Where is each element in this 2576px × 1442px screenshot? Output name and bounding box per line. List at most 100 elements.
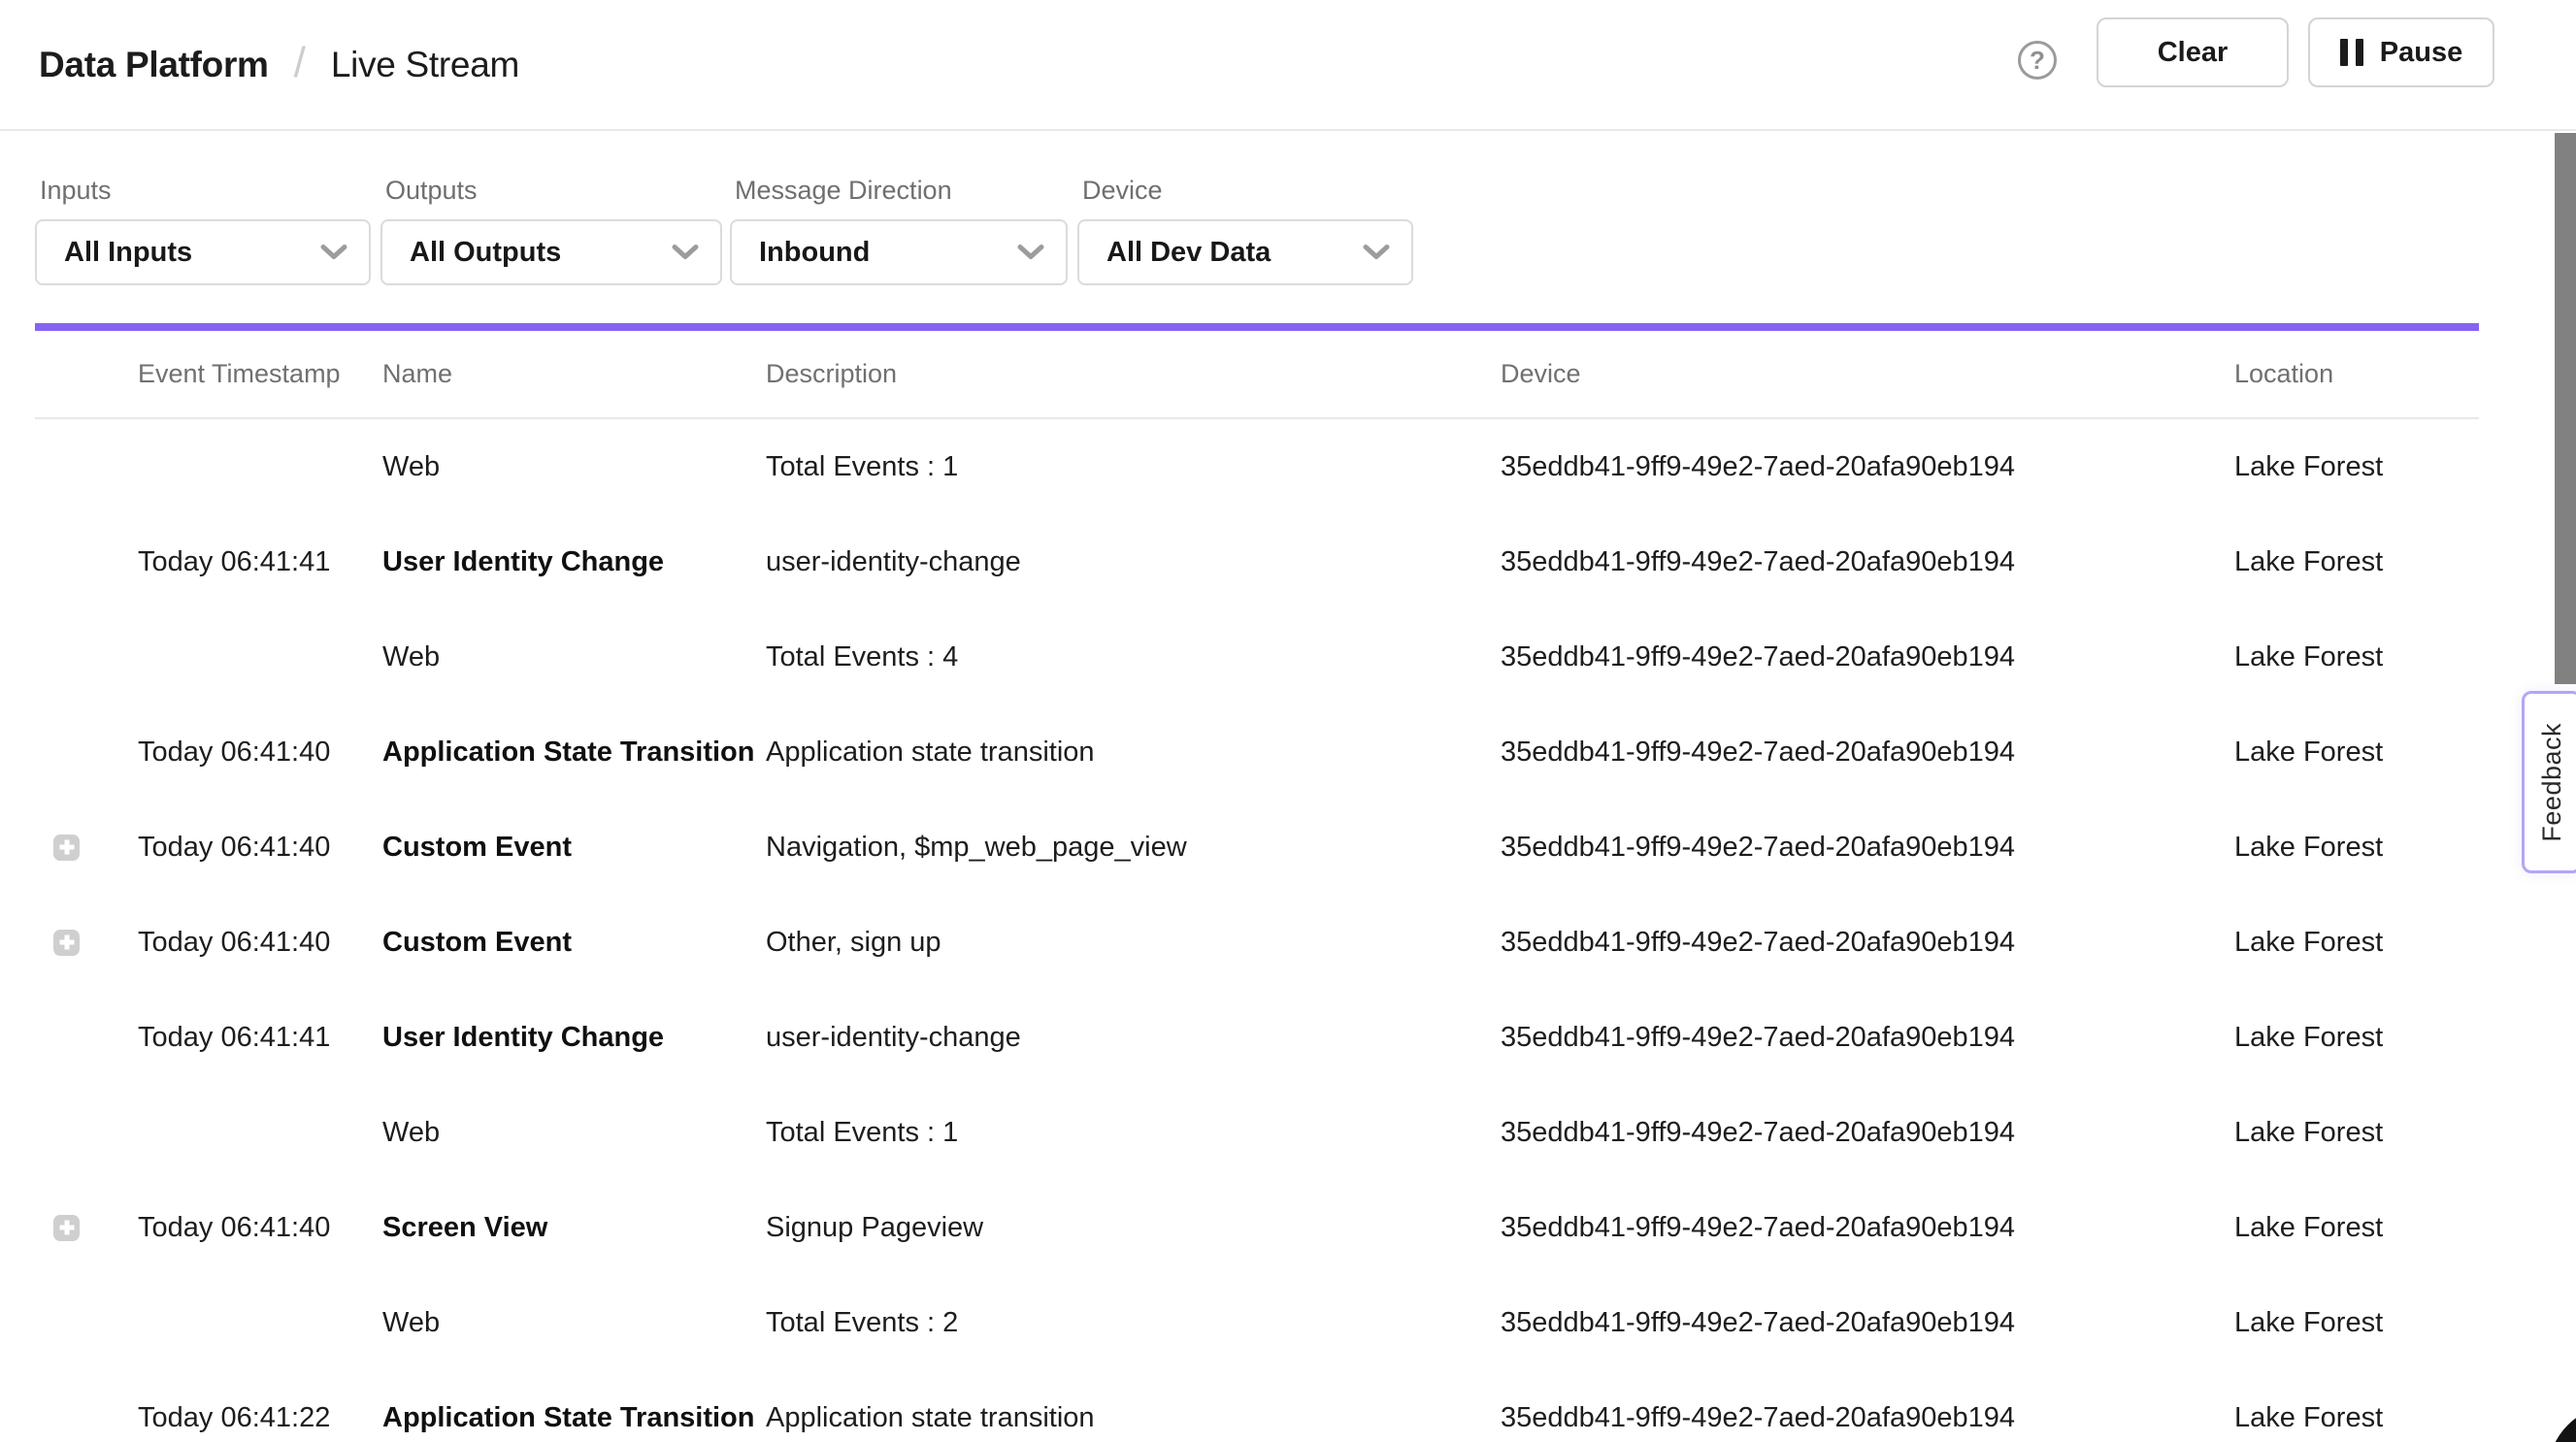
page-title: Live Stream (331, 45, 519, 85)
cell-device: 35eddb41-9ff9-49e2-7aed-20afa90eb194 (1501, 927, 2234, 959)
table-row[interactable]: Today 06:41:40 Application State Transit… (35, 705, 2479, 800)
cell-description: Total Events : 2 (766, 1307, 1501, 1339)
cell-description: user-identity-change (766, 546, 1501, 578)
pause-button-label: Pause (2380, 37, 2462, 69)
cell-location: Lake Forest (2234, 1117, 2479, 1149)
breadcrumb: Data Platform / Live Stream (39, 0, 519, 129)
table-row[interactable]: Today 06:41:22 Application State Transit… (35, 1370, 2479, 1442)
cell-event-timestamp: Today 06:41:40 (138, 737, 382, 769)
table-header-row: Event Timestamp Name Description Device … (35, 331, 2479, 419)
cell-location: Lake Forest (2234, 1307, 2479, 1339)
cell-name: Web (382, 1307, 766, 1339)
cell-description: Total Events : 1 (766, 1117, 1501, 1149)
cell-location: Lake Forest (2234, 737, 2479, 769)
filter-label-device: Device (1082, 176, 1163, 206)
cell-description: Navigation, $mp_web_page_view (766, 832, 1501, 864)
table-row[interactable]: Web Total Events : 1 35eddb41-9ff9-49e2-… (35, 1085, 2479, 1180)
cell-description: Signup Pageview (766, 1212, 1501, 1244)
expand-cell (35, 1215, 138, 1241)
table-row[interactable]: Web Total Events : 2 35eddb41-9ff9-49e2-… (35, 1275, 2479, 1370)
message-direction-dropdown[interactable]: Inbound (730, 219, 1068, 285)
expand-row-button[interactable] (53, 1215, 80, 1241)
chevron-down-icon (1363, 245, 1390, 261)
cell-device: 35eddb41-9ff9-49e2-7aed-20afa90eb194 (1501, 1307, 2234, 1339)
cell-device: 35eddb41-9ff9-49e2-7aed-20afa90eb194 (1501, 546, 2234, 578)
cell-description: user-identity-change (766, 1022, 1501, 1054)
cell-name: Web (382, 451, 766, 483)
pause-button[interactable]: Pause (2308, 17, 2494, 87)
cell-name: Web (382, 1117, 766, 1149)
feedback-tab-label: Feedback (2537, 723, 2567, 842)
expand-row-button[interactable] (53, 835, 80, 861)
help-icon[interactable]: ? (2018, 41, 2057, 80)
breadcrumb-section[interactable]: Data Platform (39, 45, 269, 85)
cell-event-timestamp: Today 06:41:22 (138, 1402, 382, 1434)
cell-name: User Identity Change (382, 1022, 766, 1054)
table-row[interactable]: Web Total Events : 4 35eddb41-9ff9-49e2-… (35, 609, 2479, 705)
cell-name: User Identity Change (382, 546, 766, 578)
cell-device: 35eddb41-9ff9-49e2-7aed-20afa90eb194 (1501, 641, 2234, 673)
chevron-down-icon (320, 245, 347, 261)
device-dropdown-value: All Dev Data (1079, 237, 1271, 269)
cell-device: 35eddb41-9ff9-49e2-7aed-20afa90eb194 (1501, 737, 2234, 769)
table-row[interactable]: Today 06:41:40 Custom Event Other, sign … (35, 895, 2479, 990)
table-row[interactable]: Web Total Events : 1 35eddb41-9ff9-49e2-… (35, 419, 2479, 514)
clear-button[interactable]: Clear (2097, 17, 2289, 87)
outputs-dropdown[interactable]: All Outputs (380, 219, 722, 285)
cell-location: Lake Forest (2234, 927, 2479, 959)
message-direction-dropdown-value: Inbound (732, 237, 870, 269)
feedback-tab[interactable]: Feedback (2522, 691, 2576, 873)
live-stream-page: Data Platform / Live Stream ? Clear Paus… (0, 0, 2576, 1442)
cell-location: Lake Forest (2234, 1022, 2479, 1054)
cell-device: 35eddb41-9ff9-49e2-7aed-20afa90eb194 (1501, 1022, 2234, 1054)
cell-name: Custom Event (382, 927, 766, 959)
cell-location: Lake Forest (2234, 546, 2479, 578)
cell-event-timestamp: Today 06:41:40 (138, 1212, 382, 1244)
cell-device: 35eddb41-9ff9-49e2-7aed-20afa90eb194 (1501, 451, 2234, 483)
table-row[interactable]: Today 06:41:41 User Identity Change user… (35, 514, 2479, 609)
cell-device: 35eddb41-9ff9-49e2-7aed-20afa90eb194 (1501, 832, 2234, 864)
cell-description: Total Events : 4 (766, 641, 1501, 673)
cell-event-timestamp: Today 06:41:40 (138, 832, 382, 864)
clear-button-label: Clear (2158, 37, 2229, 69)
accent-divider (35, 323, 2479, 331)
chevron-down-icon (672, 245, 699, 261)
cell-description: Application state transition (766, 737, 1501, 769)
table-body: Web Total Events : 1 35eddb41-9ff9-49e2-… (35, 419, 2479, 1442)
vertical-scrollbar[interactable] (2555, 133, 2576, 684)
column-header-name: Name (382, 359, 766, 389)
outputs-dropdown-value: All Outputs (382, 237, 561, 269)
inputs-dropdown-value: All Inputs (37, 237, 192, 269)
filter-label-inputs: Inputs (40, 176, 112, 206)
cell-device: 35eddb41-9ff9-49e2-7aed-20afa90eb194 (1501, 1402, 2234, 1434)
inputs-dropdown[interactable]: All Inputs (35, 219, 371, 285)
column-header-description: Description (766, 359, 1501, 389)
cell-description: Total Events : 1 (766, 451, 1501, 483)
chat-widget-button[interactable] (2548, 1405, 2576, 1442)
column-header-event-timestamp: Event Timestamp (138, 359, 382, 389)
filter-label-outputs: Outputs (385, 176, 478, 206)
expand-row-button[interactable] (53, 930, 80, 956)
filter-bar: Inputs All Inputs Outputs All Outputs Me… (0, 131, 2576, 323)
cell-device: 35eddb41-9ff9-49e2-7aed-20afa90eb194 (1501, 1117, 2234, 1149)
device-dropdown[interactable]: All Dev Data (1077, 219, 1413, 285)
cell-description: Other, sign up (766, 927, 1501, 959)
cell-location: Lake Forest (2234, 1402, 2479, 1434)
breadcrumb-separator: / (294, 39, 306, 87)
cell-event-timestamp: Today 06:41:41 (138, 546, 382, 578)
table-row[interactable]: Today 06:41:40 Custom Event Navigation, … (35, 800, 2479, 895)
cell-description: Application state transition (766, 1402, 1501, 1434)
table-row[interactable]: Today 06:41:40 Screen View Signup Pagevi… (35, 1180, 2479, 1275)
cell-device: 35eddb41-9ff9-49e2-7aed-20afa90eb194 (1501, 1212, 2234, 1244)
filter-label-message-direction: Message Direction (735, 176, 952, 206)
cell-location: Lake Forest (2234, 451, 2479, 483)
cell-location: Lake Forest (2234, 1212, 2479, 1244)
cell-location: Lake Forest (2234, 641, 2479, 673)
cell-location: Lake Forest (2234, 832, 2479, 864)
cell-event-timestamp: Today 06:41:40 (138, 927, 382, 959)
expand-cell (35, 835, 138, 861)
cell-event-timestamp: Today 06:41:41 (138, 1022, 382, 1054)
cell-name: Screen View (382, 1212, 766, 1244)
pause-icon (2340, 39, 2363, 66)
table-row[interactable]: Today 06:41:41 User Identity Change user… (35, 990, 2479, 1085)
